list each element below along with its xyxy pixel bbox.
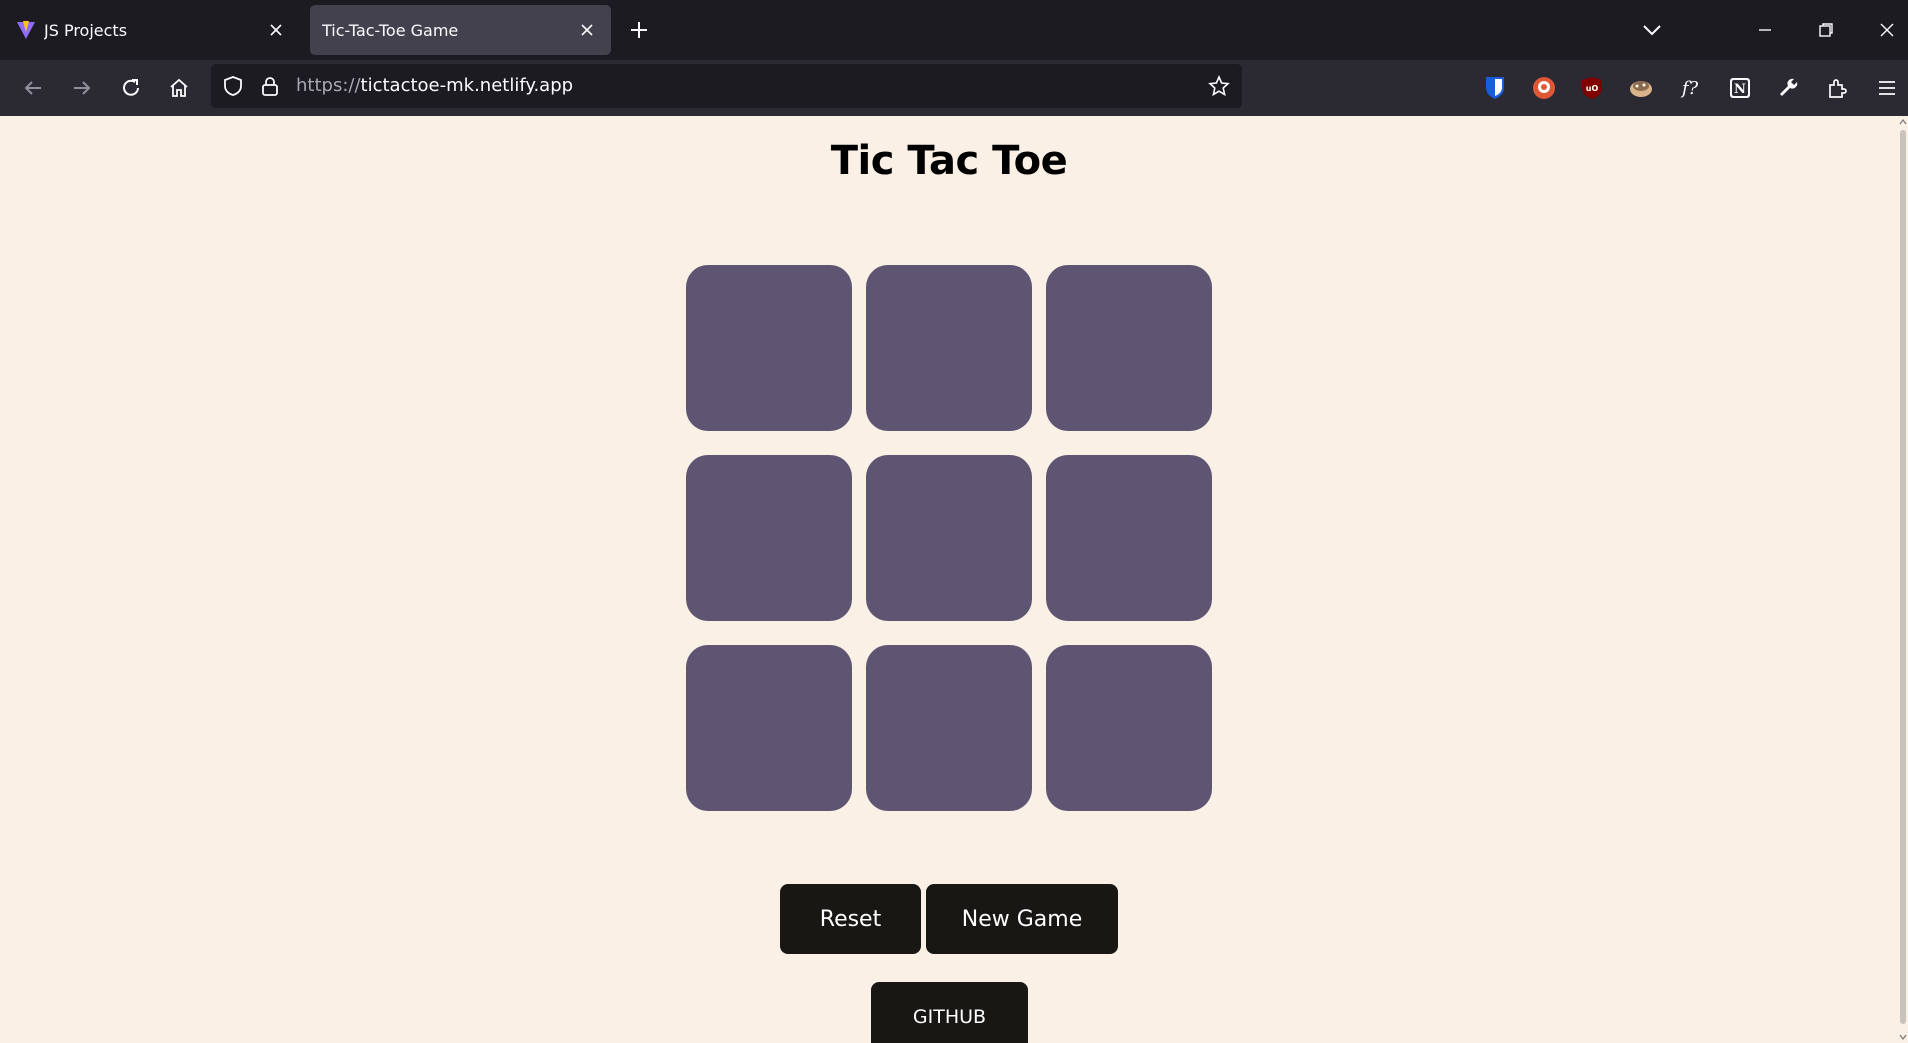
tracking-protection-shield-icon[interactable] (221, 74, 245, 98)
svg-text:uO: uO (1586, 84, 1599, 93)
restore-icon[interactable] (1812, 16, 1840, 44)
tab-js-projects[interactable]: JS Projects (4, 5, 300, 55)
reset-button[interactable]: Reset (780, 884, 921, 954)
duckduckgo-icon[interactable] (1530, 74, 1558, 102)
board-cell-8[interactable] (866, 645, 1032, 811)
bitwarden-icon[interactable] (1481, 74, 1509, 102)
page-content: Tic Tac Toe Reset New Game GITHUB (0, 116, 1898, 1043)
address-bar[interactable]: https://tictactoe-mk.netlify.app (211, 64, 1242, 108)
url-host: tictactoe-mk.netlify.app (360, 75, 574, 96)
page-title: Tic Tac Toe (830, 138, 1068, 184)
tab-title: Tic-Tac-Toe Game (322, 20, 459, 40)
forward-arrow-icon[interactable] (66, 72, 98, 104)
list-all-tabs-chevron-icon[interactable] (1640, 18, 1664, 42)
board-cell-7[interactable] (686, 645, 852, 811)
board-cell-2[interactable] (866, 265, 1032, 431)
home-icon[interactable] (163, 72, 195, 104)
board-cell-9[interactable] (1046, 645, 1212, 811)
close-tab-icon[interactable] (264, 18, 288, 42)
tab-tic-tac-toe[interactable]: Tic-Tac-Toe Game (310, 5, 611, 55)
scrollbar-thumb[interactable] (1900, 130, 1906, 1024)
menu-icon[interactable] (1873, 74, 1901, 102)
board-cell-6[interactable] (1046, 455, 1212, 621)
ublock-origin-icon[interactable]: uO (1578, 74, 1606, 102)
navigation-toolbar: https://tictactoe-mk.netlify.app uO f? N (0, 60, 1908, 116)
url-scheme: https:// (296, 75, 361, 96)
font-finder-icon[interactable]: f? (1676, 74, 1704, 102)
minimize-icon[interactable] (1751, 16, 1779, 44)
board-cell-5[interactable] (866, 455, 1032, 621)
scroll-down-arrow-icon[interactable] (1899, 1033, 1907, 1041)
padlock-icon[interactable] (258, 74, 282, 98)
board-cell-3[interactable] (1046, 265, 1212, 431)
notion-icon[interactable]: N (1726, 74, 1754, 102)
back-arrow-icon[interactable] (17, 72, 49, 104)
board-cell-1[interactable] (686, 265, 852, 431)
close-tab-icon[interactable] (575, 18, 599, 42)
new-game-button[interactable]: New Game (926, 884, 1118, 954)
wrench-icon[interactable] (1775, 74, 1803, 102)
svg-text:f?: f? (1680, 78, 1699, 99)
scroll-up-arrow-icon[interactable] (1899, 118, 1907, 126)
reload-icon[interactable] (115, 72, 147, 104)
game-board (686, 265, 1213, 811)
vite-favicon-icon (17, 21, 35, 39)
url-text[interactable]: https://tictactoe-mk.netlify.app (296, 75, 573, 96)
tab-title: JS Projects (44, 20, 128, 40)
github-button[interactable]: GITHUB (871, 982, 1028, 1043)
extensions-icon[interactable] (1824, 74, 1852, 102)
board-cell-4[interactable] (686, 455, 852, 621)
page-scrollbar[interactable] (1898, 116, 1908, 1043)
new-tab-plus-icon[interactable] (626, 17, 652, 43)
bookmark-star-icon[interactable] (1207, 74, 1231, 98)
close-window-icon[interactable] (1873, 16, 1901, 44)
tab-strip: JS Projects Tic-Tac-Toe Game (0, 0, 1908, 60)
cookie-icon[interactable] (1627, 74, 1655, 102)
svg-text:N: N (1734, 82, 1746, 97)
